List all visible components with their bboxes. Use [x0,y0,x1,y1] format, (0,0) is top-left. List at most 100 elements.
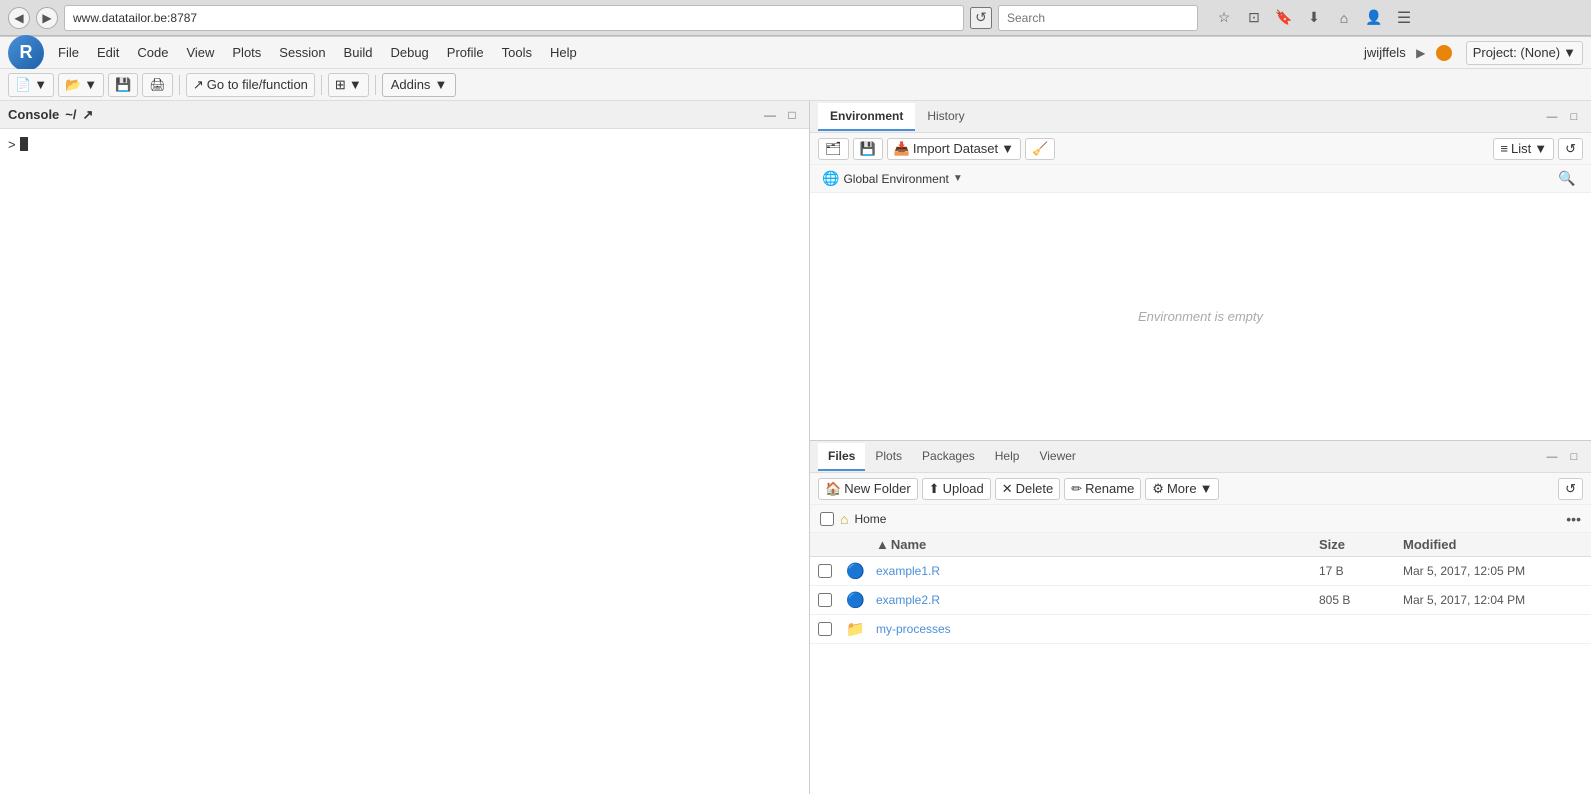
user-status-dot [1436,45,1452,61]
project-selector[interactable]: Project: (None) ▼ [1466,41,1583,65]
clear-env-button[interactable]: 🧹 [1025,138,1055,160]
pocket-icon[interactable]: 🔖 [1272,6,1296,30]
star-icon[interactable]: ☆ [1212,6,1236,30]
save-button[interactable]: 💾 [108,73,138,97]
new-folder-icon: 🏠 [825,481,841,497]
console-minimize-button[interactable]: — [761,106,779,124]
menu-profile[interactable]: Profile [439,41,492,64]
path-more-button[interactable]: ••• [1566,511,1581,527]
print-button[interactable]: 🖨 [142,73,173,97]
clear-env-icon: 🧹 [1032,141,1048,157]
file-row1-name[interactable]: example1.R [876,564,1315,578]
refresh-env-button[interactable]: ↺ [1558,138,1583,160]
reader-icon[interactable]: ⊡ [1242,6,1266,30]
workspace-icon: ⊞ [335,77,346,93]
import-dataset-icon: 📥 [894,141,910,157]
refresh-button[interactable]: ↺ [970,7,992,29]
new-folder-label: New Folder [844,481,910,496]
console-maximize-button[interactable]: □ [783,106,801,124]
menu-build[interactable]: Build [336,41,381,64]
new-folder-button[interactable]: 🏠 New Folder [818,478,918,500]
folder-row3-icon: 📁 [846,620,872,638]
browser-menu-button[interactable]: ☰ [1392,6,1416,30]
list-view-button[interactable]: ≡ List ▼ [1493,138,1554,160]
menu-session[interactable]: Session [271,41,333,64]
more-button[interactable]: ⚙ More ▼ [1145,478,1219,500]
forward-button[interactable]: ▶ [36,7,58,29]
file-row1-checkbox[interactable] [818,564,832,578]
menu-plots[interactable]: Plots [224,41,269,64]
menu-debug[interactable]: Debug [382,41,436,64]
size-column-header[interactable]: Size [1319,537,1399,552]
account-icon[interactable]: 👤 [1362,6,1386,30]
console-path-icon[interactable]: ↗ [83,107,94,123]
save-env-button[interactable]: 🗂 [818,138,849,160]
environment-toolbar: 🗂 💾 📥 Import Dataset ▼ 🧹 [810,133,1591,165]
save-env-icon: 🗂 [825,141,842,157]
delete-button[interactable]: ✕ Delete [995,478,1060,500]
toolbar-sep3 [375,75,376,95]
upload-label: Upload [943,481,984,496]
file-row2-name[interactable]: example2.R [876,593,1315,607]
right-panel: Environment History — □ 🗂 💾 [810,101,1591,794]
path-home-icon: ⌂ [840,511,848,527]
url-bar[interactable] [64,5,964,31]
file-row1-size: 17 B [1319,564,1399,578]
addins-button[interactable]: Addins ▼ [382,73,457,97]
size-header-label: Size [1319,537,1345,552]
menu-tools[interactable]: Tools [494,41,540,64]
tab-plots[interactable]: Plots [865,443,912,471]
back-button[interactable]: ◀ [8,7,30,29]
go-to-file-button[interactable]: ↗ Go to file/function [186,73,315,97]
home-nav-icon[interactable]: ⌂ [1332,6,1356,30]
user-expand-icon[interactable]: ▶ [1412,44,1430,62]
upload-button[interactable]: ⬆ Upload [922,478,991,500]
file-row3-name[interactable]: my-processes [876,622,1315,636]
files-table-header: ▲ Name Size Modified [810,533,1591,557]
tab-history[interactable]: History [915,103,976,131]
name-column-header[interactable]: ▲ Name [876,537,1315,552]
browser-search-input[interactable] [998,5,1198,31]
project-label: Project: (None) [1473,45,1560,60]
menu-help[interactable]: Help [542,41,585,64]
download-icon[interactable]: ⬇ [1302,6,1326,30]
menu-edit[interactable]: Edit [89,41,127,64]
menu-view[interactable]: View [178,41,222,64]
tab-viewer[interactable]: Viewer [1029,443,1085,471]
env-maximize-button[interactable]: □ [1565,108,1583,126]
global-env-dropdown-icon[interactable]: ▼ [953,173,963,184]
environment-empty-message: Environment is empty [810,193,1591,440]
tab-help[interactable]: Help [985,443,1030,471]
modified-column-header[interactable]: Modified [1403,537,1583,552]
console-path: ~/ [65,107,76,122]
file-row2-checkbox[interactable] [818,593,832,607]
menu-file[interactable]: File [50,41,87,64]
tab-files[interactable]: Files [818,443,865,471]
import-dataset-button[interactable]: 📥 Import Dataset ▼ [887,138,1021,160]
new-file-button[interactable]: 📄 ▼ [8,73,54,97]
go-to-file-label: Go to file/function [207,77,308,92]
refresh-files-button[interactable]: ↺ [1558,478,1583,500]
load-env-button[interactable]: 💾 [853,138,883,160]
menu-code[interactable]: Code [129,41,176,64]
environment-panel: Environment History — □ 🗂 💾 [810,101,1591,441]
tab-environment[interactable]: Environment [818,103,915,131]
file-row2-icon: 🔵 [846,591,872,609]
path-bar: ⌂ Home ••• [810,505,1591,533]
env-minimize-button[interactable]: — [1543,108,1561,126]
files-tab-actions: — □ [1543,448,1583,466]
rename-button[interactable]: ✏ Rename [1064,478,1141,500]
console-title: Console ~/ ↗ [8,107,93,123]
open-file-button[interactable]: 📂 ▼ [58,73,104,97]
tab-packages[interactable]: Packages [912,443,985,471]
files-maximize-button[interactable]: □ [1565,448,1583,466]
env-search-icon[interactable]: 🔍 [1555,168,1579,190]
workspace-view-button[interactable]: ⊞ ▼ [328,73,369,97]
file-row3-checkbox[interactable] [818,622,832,636]
home-path-checkbox[interactable] [820,512,834,526]
files-panel: Files Plots Packages Help Viewer — □ 🏠 N… [810,441,1591,794]
files-minimize-button[interactable]: — [1543,448,1561,466]
addins-label: Addins [391,77,431,92]
console-body: > [0,129,809,794]
list-icon: ≡ [1500,141,1508,156]
